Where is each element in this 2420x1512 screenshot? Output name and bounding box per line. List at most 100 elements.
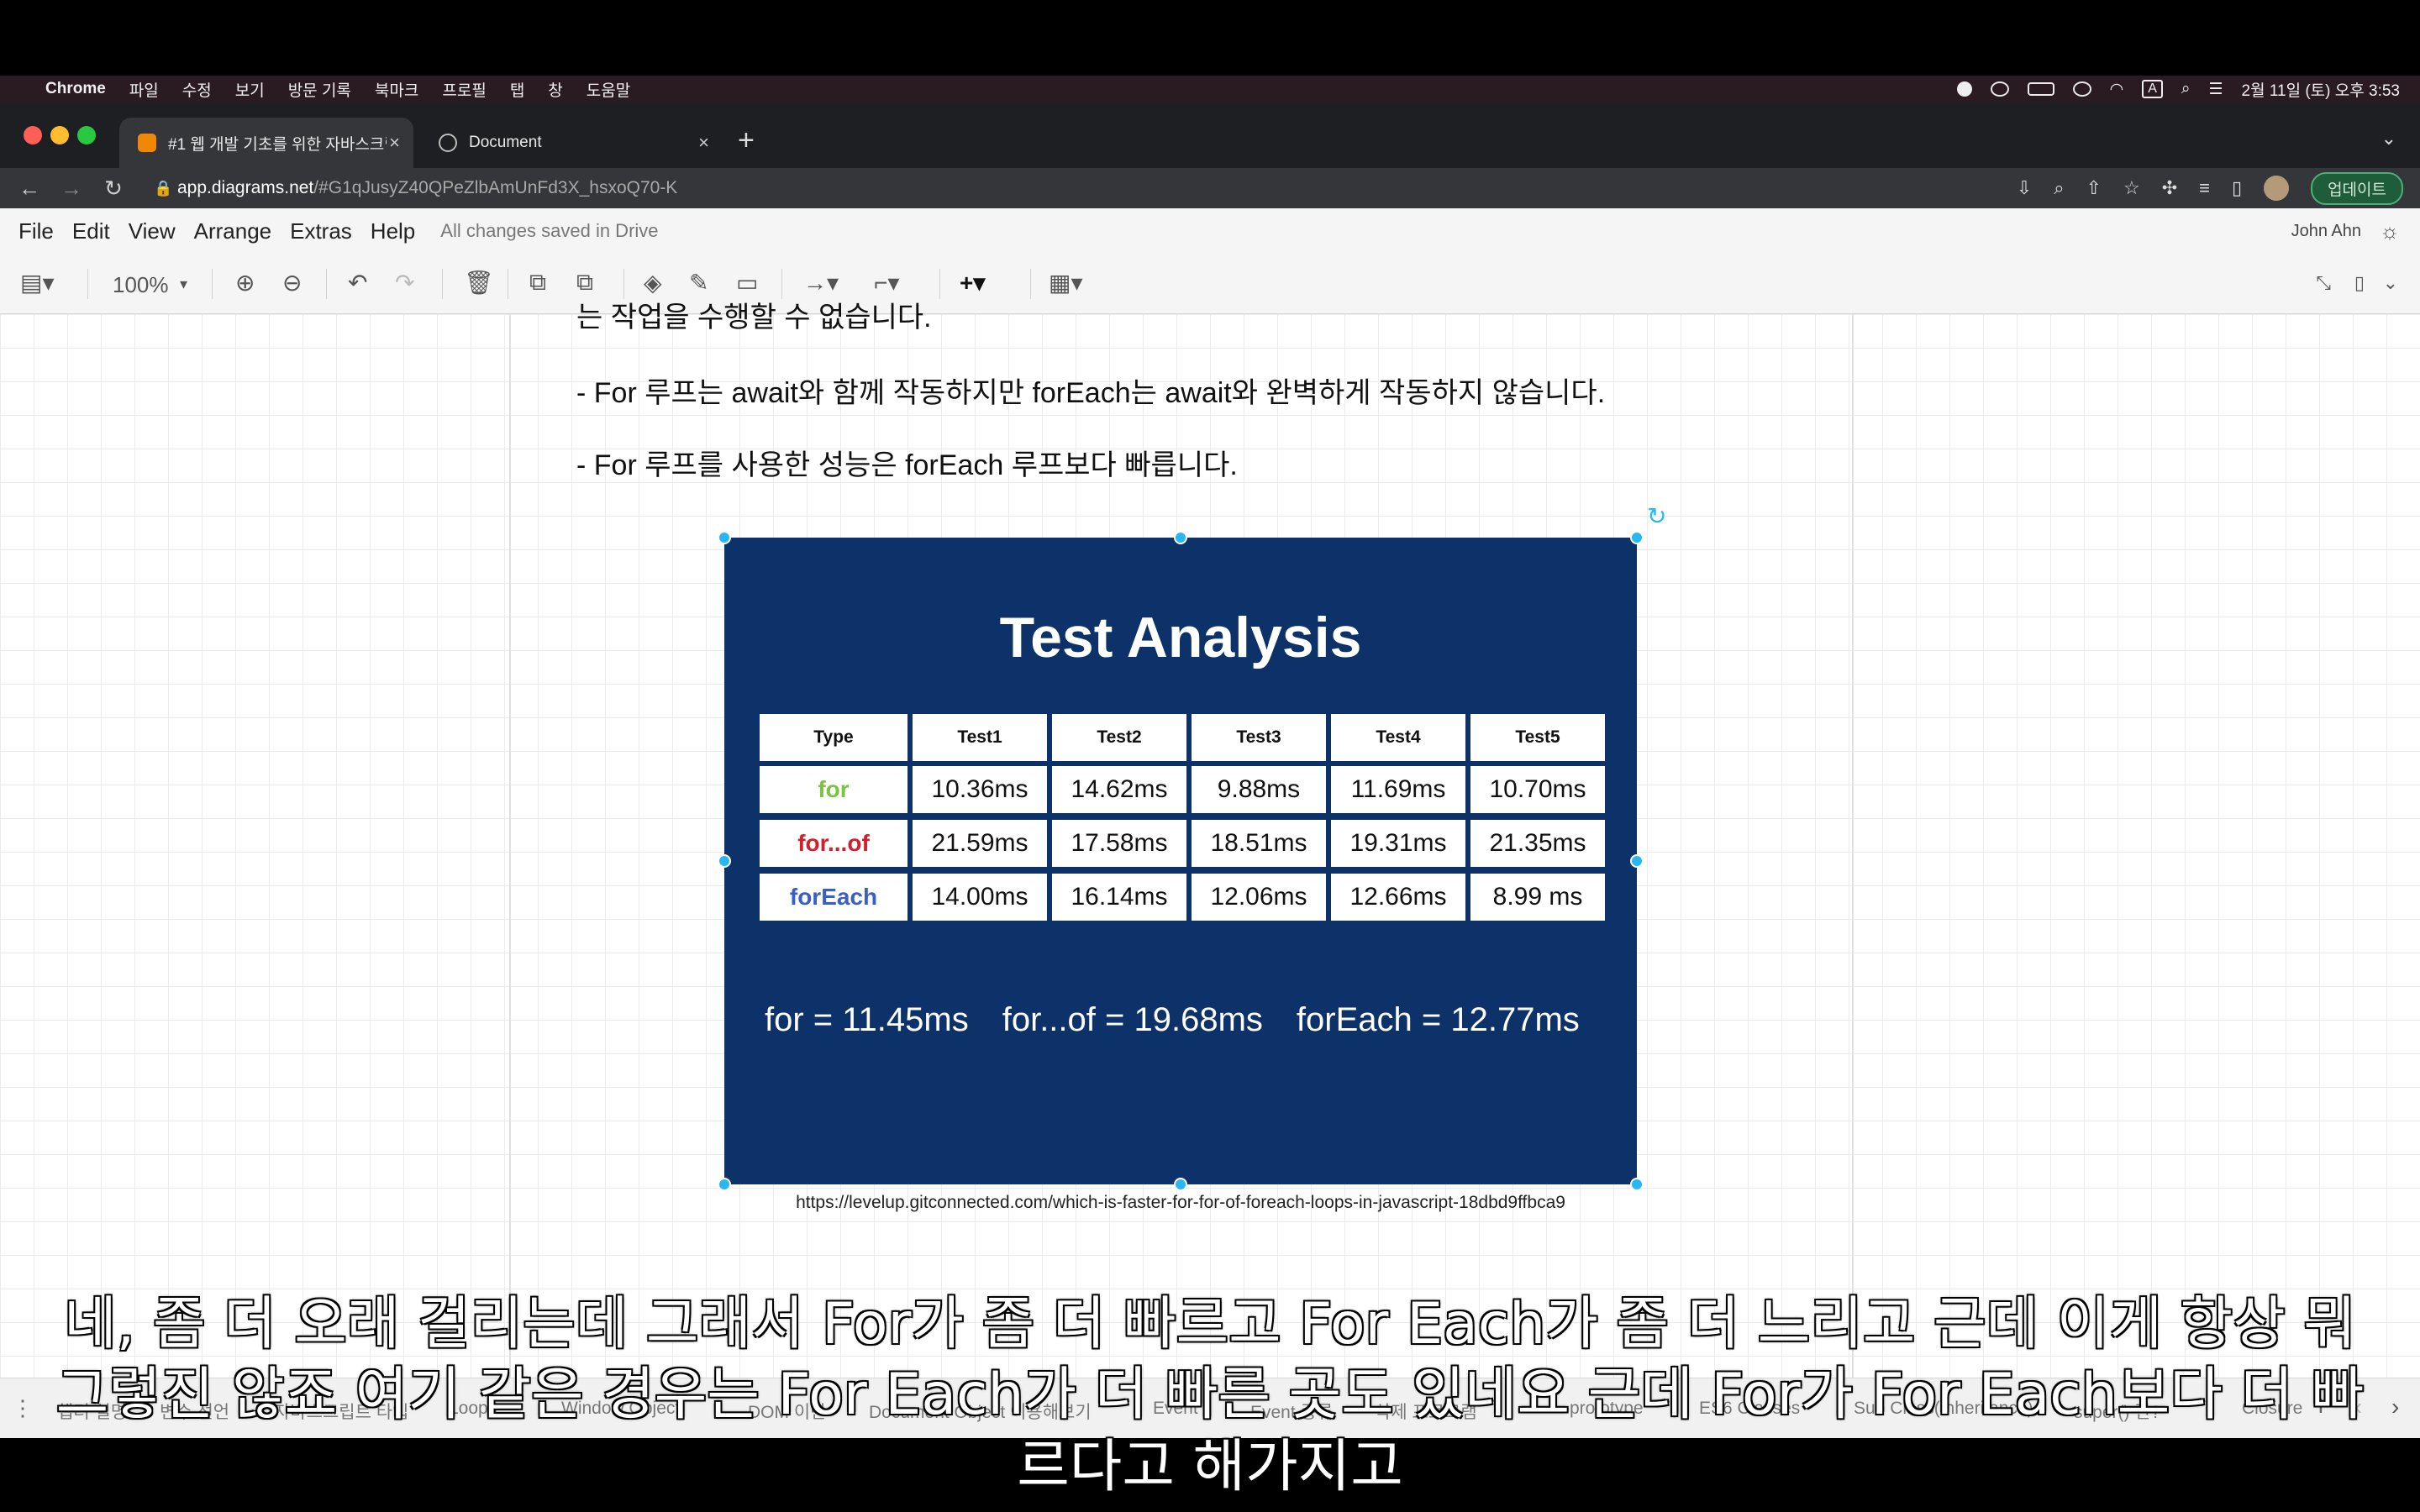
menu-view[interactable]: View [129,218,176,244]
close-window-icon[interactable] [24,126,42,144]
menu-bookmarks[interactable]: 북마크 [375,78,418,101]
summary-for-of: for...of = 19.68ms [1002,1001,1263,1038]
table-value-cell: 16.14ms [1052,874,1186,921]
update-button[interactable]: 업데이트 [2311,171,2403,205]
source-link-text[interactable]: https://levelup.gitconnected.com/which-i… [724,1193,1637,1213]
side-panel-icon[interactable]: ▯ [2232,177,2242,199]
resize-handle-mr[interactable] [1630,854,1644,868]
input-source-icon[interactable]: A [2142,80,2163,98]
resize-handle-tr[interactable] [1630,531,1644,544]
menu-extras[interactable]: Extras [290,218,352,244]
zoom-in-icon[interactable]: ⊕ [235,269,255,297]
wifi-icon[interactable]: ◠ [2110,80,2124,99]
clock[interactable]: 2월 11일 (토) 오후 3:53 [2242,78,2400,101]
resize-handle-tl[interactable] [718,531,731,544]
table-header-cell: Test2 [1052,714,1186,761]
zoom-out-icon[interactable]: ⊖ [282,269,302,297]
chevron-down-icon[interactable]: ▾ [180,276,187,293]
menu-window[interactable]: 창 [548,78,562,101]
table-header-cell: Test1 [913,714,1047,761]
zoom-icon[interactable]: ⌕ [2054,177,2064,199]
to-front-icon[interactable]: ⧉ [529,269,546,297]
fill-color-icon[interactable]: ◈ [644,269,662,297]
to-back-icon[interactable]: ⧉ [576,269,593,297]
separator [1030,269,1031,299]
menu-history[interactable]: 방문 기록 [288,78,351,101]
panel-toggle-icon[interactable]: ▯ [2354,272,2365,294]
table-icon[interactable]: ▦▾ [1049,269,1083,297]
reload-icon[interactable]: ↻ [101,176,126,202]
theme-icon[interactable]: ☼ [2380,218,2400,244]
install-icon[interactable]: ⇩ [2017,177,2032,199]
grammarly-icon[interactable] [1990,81,2009,97]
waypoints-icon[interactable]: ⌐▾ [874,269,899,297]
resize-handle-bl[interactable] [718,1178,731,1191]
reading-list-icon[interactable]: ≡ [2199,177,2210,199]
forward-icon[interactable]: → [59,176,84,202]
tab-close-icon[interactable]: × [389,132,400,154]
address-input[interactable]: 🔒 app.diagrams.net/#G1qJusyZ40QPeZlbAmUn… [147,173,2248,203]
resize-handle-tm[interactable] [1174,531,1187,544]
connection-icon[interactable]: →▾ [803,269,839,297]
text-line-performance[interactable]: - For 루프를 사용한 성능은 forEach 루프보다 빠릅니다. [576,442,1238,483]
table-value-cell: 10.36ms [913,766,1047,813]
menu-tab[interactable]: 탭 [510,78,524,101]
record-icon[interactable] [1956,81,1972,97]
editor-toolbar: ▤▾ 100% ▾ ⊕ ⊖ ↶ ↷ 🗑 ⧉ ⧉ ◈ ✎ ▭ →▾ ⌐▾ +▾ ▦… [0,254,2420,314]
menu-edit[interactable]: Edit [72,218,110,244]
back-icon[interactable]: ← [17,176,42,202]
save-status[interactable]: All changes saved in Drive [440,220,658,242]
redo-icon[interactable]: ↷ [395,269,414,297]
share-icon[interactable]: ⇧ [2086,177,2102,199]
table-header-cell: Test4 [1331,714,1465,761]
resize-handle-ml[interactable] [718,854,731,868]
line-color-icon[interactable]: ✎ [689,269,708,297]
menu-help[interactable]: Help [371,218,415,244]
avatar[interactable] [2264,176,2290,201]
test-analysis-image[interactable]: Test Analysis Type Test1 Test2 Test3 Test4 Te… [724,538,1637,1184]
menu-app-name[interactable]: Chrome [45,80,106,98]
table-value-cell: 19.31ms [1331,820,1465,867]
fullscreen-icon[interactable]: ⤡ [2316,272,2331,294]
table-type-cell: forEach [760,874,908,921]
tab-active[interactable]: #1 웹 개발 기초를 위한 자바스크립트 × [119,118,413,168]
zoom-window-icon[interactable] [77,126,96,144]
delete-icon[interactable]: 🗑 [464,269,494,297]
format-panel-icon[interactable]: ▤▾ [20,269,55,297]
spotlight-icon[interactable]: ⌕ [2181,80,2191,98]
menu-profile[interactable]: 프로필 [442,78,486,101]
menu-arrange[interactable]: Arrange [194,218,272,244]
tab-search-icon[interactable]: ⌄ [2381,128,2396,150]
control-center-icon[interactable]: ☰ [2209,80,2223,99]
resize-handle-bm[interactable] [1174,1178,1187,1191]
play-icon[interactable] [2072,81,2091,97]
battery-icon[interactable] [2027,82,2054,96]
partial-text-line[interactable]: 는 작업을 수행할 수 없습니다. [576,294,932,335]
collapse-icon[interactable]: ⌄ [2383,272,2398,294]
shadow-icon[interactable]: ▭ [736,269,758,297]
table-value-cell: 12.66ms [1331,874,1465,921]
subtitle-line-3: 르다고 해가지고 [1017,1434,1403,1500]
menu-file[interactable]: File [18,218,54,244]
menu-file[interactable]: 파일 [129,78,159,101]
separator [939,269,940,299]
text-line-await[interactable]: - For 루프는 await와 함께 작동하지만 forEach는 await… [576,370,1605,411]
insert-icon[interactable]: +▾ [960,269,985,297]
extensions-icon[interactable]: ✣ [2162,177,2177,199]
tab-title: #1 웹 개발 기초를 위한 자바스크립트 [168,135,387,154]
tab-document[interactable]: Document × [420,118,723,168]
menu-edit[interactable]: 수정 [182,78,212,101]
resize-handle-br[interactable] [1630,1178,1644,1191]
user-menu[interactable]: John Ahn [2291,222,2361,241]
new-tab-icon[interactable]: + [738,124,755,157]
lock-icon: 🔒 [154,179,173,197]
table-header-cell: Test5 [1470,714,1605,761]
bookmark-star-icon[interactable]: ☆ [2123,177,2140,199]
undo-icon[interactable]: ↶ [348,269,367,297]
menu-help[interactable]: 도움말 [587,78,630,101]
rotate-handle-icon[interactable]: ↻ [1647,502,1666,530]
menu-view[interactable]: 보기 [235,78,265,101]
zoom-select[interactable]: 100% [113,272,169,298]
minimize-window-icon[interactable] [50,126,69,144]
tab-close-icon[interactable]: × [698,132,709,154]
